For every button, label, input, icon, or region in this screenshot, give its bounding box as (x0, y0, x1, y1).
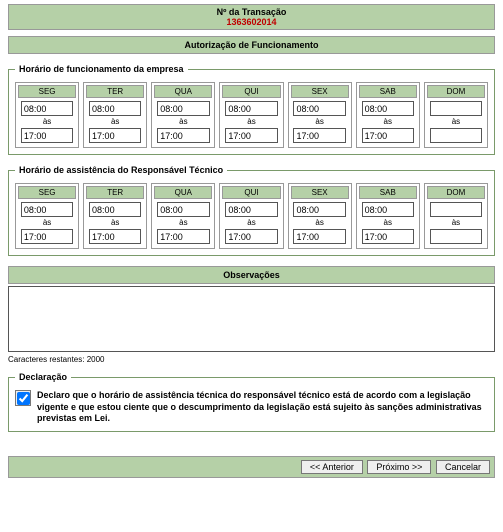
separator-label: às (86, 116, 144, 128)
day-head: SEX (291, 186, 349, 199)
separator-label: às (359, 217, 417, 229)
day-head: QUA (154, 85, 212, 98)
separator-label: às (18, 217, 76, 229)
declaration-fieldset: Declaração Declaro que o horário de assi… (8, 372, 495, 432)
prev-button[interactable]: << Anterior (301, 460, 363, 474)
day-cell-qui: QUI às (219, 82, 283, 148)
char-counter: Caracteres restantes: 2000 (8, 355, 495, 364)
tech-qui-end[interactable] (225, 229, 277, 244)
day-head: QUA (154, 186, 212, 199)
company-seg-end[interactable] (21, 128, 73, 143)
company-sab-start[interactable] (362, 101, 414, 116)
tech-seg-end[interactable] (21, 229, 73, 244)
declaration-legend: Declaração (15, 372, 71, 382)
company-sex-start[interactable] (293, 101, 345, 116)
day-cell-qui: QUI às (219, 183, 283, 249)
tech-schedule-fieldset: Horário de assistência do Responsável Té… (8, 165, 495, 256)
day-head: DOM (427, 186, 485, 199)
day-head: TER (86, 85, 144, 98)
company-sab-end[interactable] (362, 128, 414, 143)
separator-label: às (222, 217, 280, 229)
company-ter-end[interactable] (89, 128, 141, 143)
tech-sab-end[interactable] (362, 229, 414, 244)
company-schedule-row: SEG às TER às QUA às QUI às (15, 82, 488, 148)
day-head: DOM (427, 85, 485, 98)
company-ter-start[interactable] (89, 101, 141, 116)
company-qui-start[interactable] (225, 101, 277, 116)
day-cell-dom: DOM às (424, 82, 488, 148)
tech-schedule-legend: Horário de assistência do Responsável Té… (15, 165, 227, 175)
day-head: SEX (291, 85, 349, 98)
day-cell-ter: TER às (83, 82, 147, 148)
day-head: QUI (222, 85, 280, 98)
separator-label: às (427, 217, 485, 229)
tech-seg-start[interactable] (21, 202, 73, 217)
day-cell-sex: SEX às (288, 82, 352, 148)
declaration-checkbox-wrap (15, 390, 31, 406)
company-qua-start[interactable] (157, 101, 209, 116)
company-schedule-fieldset: Horário de funcionamento da empresa SEG … (8, 64, 495, 155)
tech-schedule-row: SEG às TER às QUA às QUI às (15, 183, 488, 249)
separator-label: às (86, 217, 144, 229)
separator-label: às (359, 116, 417, 128)
separator-label: às (427, 116, 485, 128)
declaration-text: Declaro que o horário de assistência téc… (37, 390, 488, 425)
day-cell-qua: QUA às (151, 82, 215, 148)
tech-dom-start[interactable] (430, 202, 482, 217)
cancel-button[interactable]: Cancelar (436, 460, 490, 474)
day-head: SAB (359, 85, 417, 98)
day-cell-ter: TER às (83, 183, 147, 249)
tech-sex-end[interactable] (293, 229, 345, 244)
transaction-number: 1363602014 (9, 17, 494, 27)
separator-label: às (291, 116, 349, 128)
tech-qua-start[interactable] (157, 202, 209, 217)
separator-label: às (18, 116, 76, 128)
separator-label: às (154, 217, 212, 229)
tech-sex-start[interactable] (293, 202, 345, 217)
company-dom-start[interactable] (430, 101, 482, 116)
tech-qui-start[interactable] (225, 202, 277, 217)
tech-sab-start[interactable] (362, 202, 414, 217)
company-qua-end[interactable] (157, 128, 209, 143)
separator-label: às (222, 116, 280, 128)
day-head: TER (86, 186, 144, 199)
separator-label: às (154, 116, 212, 128)
next-button[interactable]: Próximo >> (367, 460, 431, 474)
company-seg-start[interactable] (21, 101, 73, 116)
day-cell-qua: QUA às (151, 183, 215, 249)
day-cell-sex: SEX às (288, 183, 352, 249)
tech-ter-start[interactable] (89, 202, 141, 217)
section-title: Autorização de Funcionamento (8, 36, 495, 54)
company-schedule-legend: Horário de funcionamento da empresa (15, 64, 188, 74)
day-cell-seg: SEG às (15, 82, 79, 148)
observations-textarea[interactable] (8, 286, 495, 352)
tech-qua-end[interactable] (157, 229, 209, 244)
declaration-checkbox[interactable] (17, 392, 30, 405)
separator-label: às (291, 217, 349, 229)
company-dom-end[interactable] (430, 128, 482, 143)
day-head: QUI (222, 186, 280, 199)
day-cell-sab: SAB às (356, 183, 420, 249)
company-qui-end[interactable] (225, 128, 277, 143)
day-head: SAB (359, 186, 417, 199)
tech-dom-end[interactable] (430, 229, 482, 244)
transaction-title: Nº da Transação (9, 7, 494, 17)
tech-ter-end[interactable] (89, 229, 141, 244)
day-cell-seg: SEG às (15, 183, 79, 249)
day-cell-dom: DOM às (424, 183, 488, 249)
observations-title: Observações (8, 266, 495, 284)
day-head: SEG (18, 85, 76, 98)
company-sex-end[interactable] (293, 128, 345, 143)
button-bar: << Anterior Próximo >> Cancelar (8, 456, 495, 478)
day-cell-sab: SAB às (356, 82, 420, 148)
transaction-header: Nº da Transação 1363602014 (8, 4, 495, 30)
day-head: SEG (18, 186, 76, 199)
